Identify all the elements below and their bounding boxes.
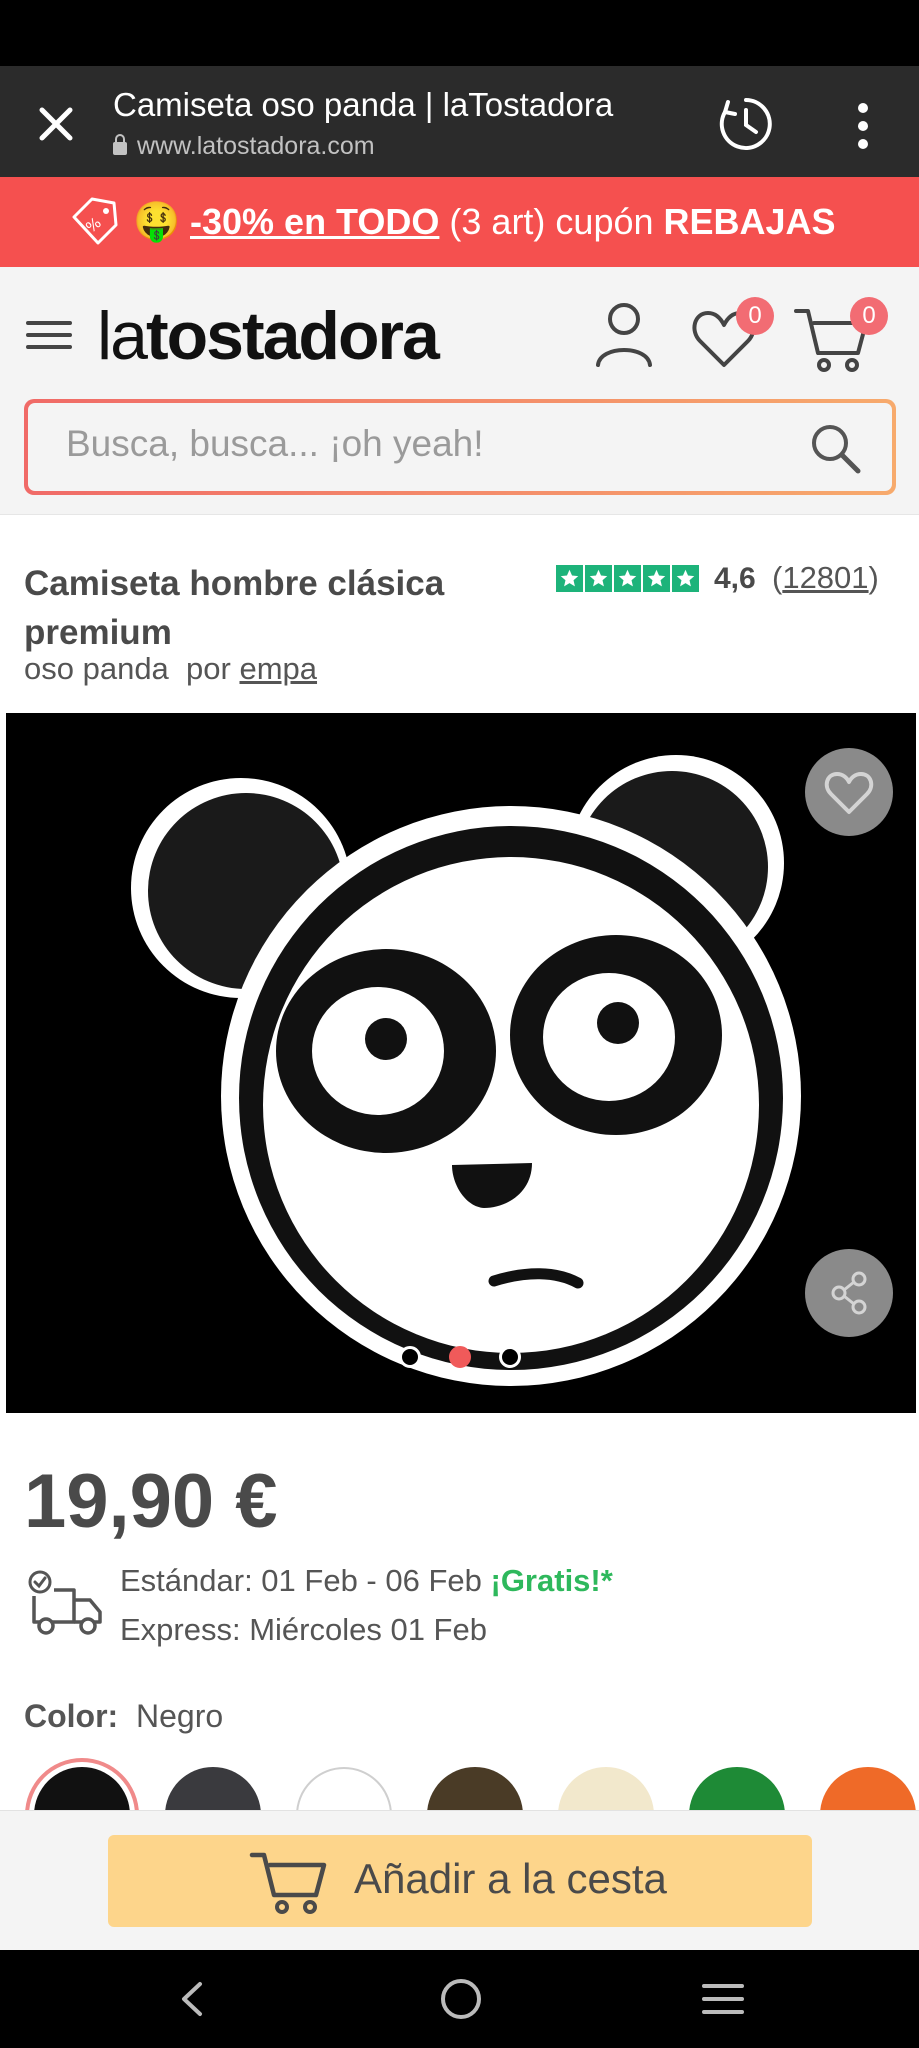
overflow-menu-button[interactable] bbox=[840, 100, 886, 152]
search-input[interactable] bbox=[66, 423, 766, 465]
promo-discount-link[interactable]: -30% en TODO bbox=[190, 201, 439, 242]
cart-icon bbox=[249, 1852, 327, 1914]
color-swatch[interactable] bbox=[34, 1767, 130, 1815]
shipping-express: Express: Miércoles 01 Feb bbox=[120, 1612, 487, 1647]
rating-star-icon bbox=[556, 565, 583, 592]
add-to-cart-button[interactable]: Añadir a la cesta bbox=[108, 1835, 812, 1927]
clock-history-icon bbox=[719, 98, 772, 150]
wishlist-count-badge: 0 bbox=[736, 297, 774, 335]
panda-design-image bbox=[131, 755, 801, 1386]
rating-star-icon bbox=[614, 565, 641, 592]
cart-count-badge: 0 bbox=[850, 297, 888, 335]
rating-stars bbox=[556, 565, 701, 592]
rating-star-icon bbox=[643, 565, 670, 592]
heart-icon bbox=[824, 772, 874, 814]
browser-page-title: Camiseta oso panda | laTostadora bbox=[113, 86, 614, 123]
history-button[interactable] bbox=[716, 94, 776, 154]
color-swatch[interactable] bbox=[558, 1767, 654, 1815]
share-button[interactable] bbox=[805, 1249, 893, 1337]
color-key: Color: bbox=[24, 1698, 119, 1734]
rating-count-number: 12801 bbox=[782, 560, 869, 595]
product-image-carousel[interactable] bbox=[6, 713, 916, 1413]
logo-light: la bbox=[97, 298, 148, 374]
product-title: Camiseta hombre clásica premium bbox=[24, 564, 445, 652]
rating-count-close: ) bbox=[868, 560, 879, 595]
color-swatch[interactable] bbox=[296, 1767, 392, 1815]
promo-detail: (3 art) cupón bbox=[439, 201, 664, 242]
color-swatch[interactable] bbox=[689, 1767, 785, 1815]
discount-tag-icon: % bbox=[72, 197, 118, 245]
shipping-standard-label: Estándar: 01 Feb - 06 Feb bbox=[120, 1563, 491, 1598]
design-name: oso panda bbox=[24, 651, 169, 686]
promo-text: -30% en TODO (3 art) cupón REBAJAS bbox=[190, 199, 836, 245]
add-to-cart-label: Añadir a la cesta bbox=[354, 1855, 667, 1902]
wishlist-button[interactable]: 0 bbox=[690, 297, 774, 371]
home-icon[interactable] bbox=[438, 1976, 484, 2022]
close-icon bbox=[39, 107, 73, 141]
carousel-dot[interactable] bbox=[499, 1346, 521, 1368]
product-subtitle: oso panda por empa bbox=[24, 651, 317, 687]
shipping-free-label: ¡Gratis!* bbox=[490, 1563, 613, 1598]
browser-toolbar: Camiseta oso panda | laTostadora www.lat… bbox=[0, 66, 919, 177]
close-tab-button[interactable] bbox=[28, 96, 84, 152]
shipping-standard: Estándar: 01 Feb - 06 Feb ¡Gratis!* bbox=[120, 1563, 613, 1599]
promo-banner: % 🤑 -30% en TODO (3 art) cupón REBAJAS bbox=[0, 177, 919, 267]
by-label: por bbox=[186, 651, 231, 686]
system-navigation-bar bbox=[0, 1950, 919, 2048]
color-swatch[interactable] bbox=[165, 1767, 261, 1815]
rating-star-icon bbox=[672, 565, 699, 592]
carousel-dot[interactable] bbox=[449, 1346, 471, 1368]
color-swatch[interactable] bbox=[427, 1767, 523, 1815]
color-selector-label: Color: Negro bbox=[24, 1698, 223, 1735]
color-swatches bbox=[0, 1755, 919, 1815]
recent-apps-icon[interactable] bbox=[700, 1980, 746, 2018]
hamburger-icon bbox=[26, 321, 72, 349]
money-face-emoji: 🤑 bbox=[133, 199, 181, 243]
rating-count-open: ( bbox=[772, 560, 783, 595]
add-to-cart-panel: Añadir a la cesta bbox=[0, 1810, 919, 1950]
rating-count[interactable]: (12801) bbox=[772, 560, 879, 596]
share-icon bbox=[831, 1271, 867, 1315]
menu-button[interactable] bbox=[26, 312, 72, 358]
account-button[interactable] bbox=[592, 299, 656, 369]
promo-code: REBAJAS bbox=[663, 201, 836, 242]
browser-url[interactable]: www.latostadora.com bbox=[113, 132, 375, 161]
more-vertical-icon bbox=[858, 103, 868, 149]
back-icon[interactable] bbox=[172, 1978, 214, 2020]
url-text: www.latostadora.com bbox=[137, 132, 375, 160]
color-selected-value: Negro bbox=[135, 1698, 224, 1734]
cart-button[interactable]: 0 bbox=[792, 297, 892, 373]
delivery-truck-icon bbox=[28, 1570, 102, 1635]
search-box bbox=[24, 399, 896, 495]
status-bar bbox=[0, 0, 919, 66]
carousel-dots bbox=[399, 1346, 521, 1368]
lock-icon bbox=[113, 134, 127, 155]
user-icon bbox=[596, 303, 652, 367]
favorite-button[interactable] bbox=[805, 748, 893, 836]
svg-text:%: % bbox=[82, 214, 104, 237]
rating-star-icon bbox=[585, 565, 612, 592]
color-swatch[interactable] bbox=[820, 1767, 916, 1815]
search-icon[interactable] bbox=[806, 419, 866, 479]
author-link[interactable]: empa bbox=[239, 651, 317, 686]
site-logo[interactable]: latostadora bbox=[97, 297, 440, 375]
product-price: 19,90 € bbox=[24, 1459, 278, 1544]
search-field-container bbox=[28, 403, 892, 491]
carousel-dot[interactable] bbox=[399, 1346, 421, 1368]
rating-value: 4,6 bbox=[714, 562, 756, 595]
logo-bold: tostadora bbox=[145, 298, 440, 374]
